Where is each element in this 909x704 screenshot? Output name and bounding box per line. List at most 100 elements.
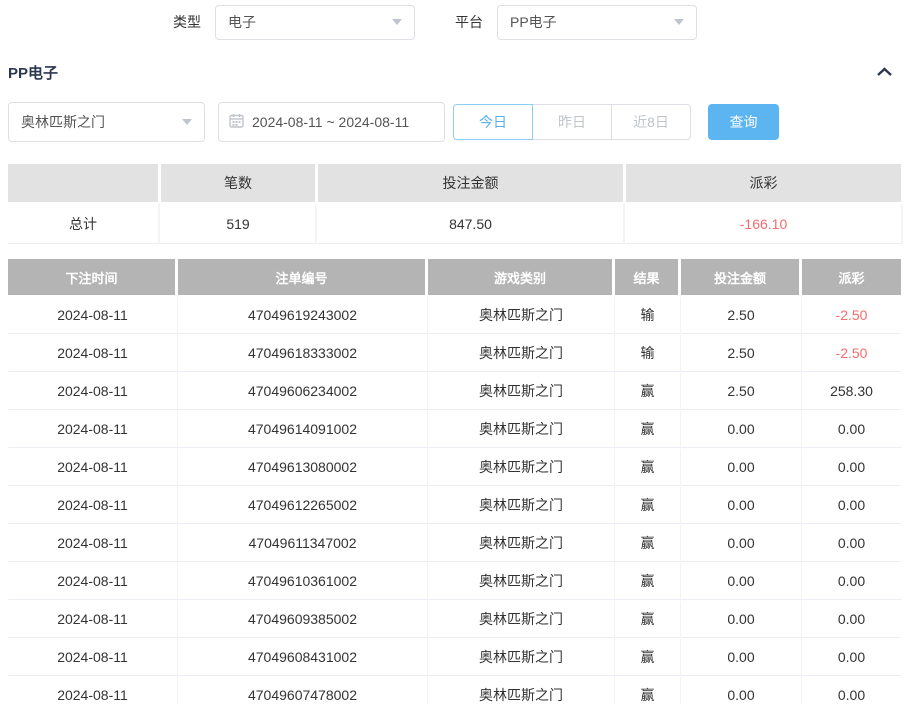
cell-game: 奥林匹斯之门 xyxy=(428,373,615,410)
cell-bet-id: 47049609385002 xyxy=(178,601,428,638)
cell-bet-amount: 0.00 xyxy=(681,411,802,448)
game-select[interactable]: 奥林匹斯之门 xyxy=(8,102,205,142)
cell-result: 赢 xyxy=(615,449,681,486)
table-row: 2024-08-1147049611347002奥林匹斯之门赢0.000.00 xyxy=(8,525,901,563)
bet-header-game: 游戏类别 xyxy=(428,259,612,295)
cell-bet-amount: 2.50 xyxy=(681,335,802,372)
cell-game: 奥林匹斯之门 xyxy=(428,297,615,334)
cell-bet-id: 47049611347002 xyxy=(178,525,428,562)
summary-header-row: 笔数 投注金额 派彩 xyxy=(8,164,901,202)
cell-time: 2024-08-11 xyxy=(8,411,178,448)
table-row: 2024-08-1147049613080002奥林匹斯之门赢0.000.00 xyxy=(8,449,901,487)
cell-payout: 0.00 xyxy=(802,677,901,704)
cell-game: 奥林匹斯之门 xyxy=(428,525,615,562)
cell-bet-id: 47049608431002 xyxy=(178,639,428,676)
cell-bet-id: 47049613080002 xyxy=(178,449,428,486)
cell-bet-id: 47049612265002 xyxy=(178,487,428,524)
platform-select-value: PP电子 xyxy=(510,12,557,32)
cell-bet-id: 47049607478002 xyxy=(178,677,428,704)
bet-header-payout: 派彩 xyxy=(802,259,901,295)
summary-header-bet-amount: 投注金额 xyxy=(318,164,623,202)
cell-time: 2024-08-11 xyxy=(8,487,178,524)
today-button[interactable]: 今日 xyxy=(453,104,533,140)
chevron-down-icon xyxy=(392,19,402,25)
cell-bet-id: 47049610361002 xyxy=(178,563,428,600)
cell-time: 2024-08-11 xyxy=(8,373,178,410)
section-title: PP电子 xyxy=(8,62,58,83)
summary-total-count: 519 xyxy=(161,204,315,244)
table-row: 2024-08-1147049619243002奥林匹斯之门输2.50-2.50 xyxy=(8,297,901,335)
cell-result: 赢 xyxy=(615,677,681,704)
cell-payout: 0.00 xyxy=(802,449,901,486)
cell-result: 输 xyxy=(615,297,681,334)
cell-bet-amount: 0.00 xyxy=(681,525,802,562)
table-row: 2024-08-1147049610361002奥林匹斯之门赢0.000.00 xyxy=(8,563,901,601)
cell-time: 2024-08-11 xyxy=(8,563,178,600)
type-label: 类型 xyxy=(173,12,201,32)
cell-game: 奥林匹斯之门 xyxy=(428,677,615,704)
cell-game: 奥林匹斯之门 xyxy=(428,601,615,638)
cell-time: 2024-08-11 xyxy=(8,601,178,638)
table-row: 2024-08-1147049614091002奥林匹斯之门赢0.000.00 xyxy=(8,411,901,449)
yesterday-button[interactable]: 昨日 xyxy=(532,104,612,140)
cell-result: 赢 xyxy=(615,411,681,448)
section-header: PP电子 xyxy=(0,60,909,84)
cell-result: 赢 xyxy=(615,601,681,638)
cell-bet-amount: 0.00 xyxy=(681,487,802,524)
cell-bet-amount: 2.50 xyxy=(681,373,802,410)
cell-bet-id: 47049614091002 xyxy=(178,411,428,448)
cell-bet-id: 47049606234002 xyxy=(178,373,428,410)
date-range-value: 2024-08-11 ~ 2024-08-11 xyxy=(252,114,409,130)
bet-table-body: 2024-08-1147049619243002奥林匹斯之门输2.50-2.50… xyxy=(8,297,901,704)
calendar-icon xyxy=(229,113,244,131)
cell-result: 赢 xyxy=(615,525,681,562)
chevron-up-icon[interactable] xyxy=(876,66,893,78)
table-row: 2024-08-1147049612265002奥林匹斯之门赢0.000.00 xyxy=(8,487,901,525)
chevron-down-icon xyxy=(674,19,684,25)
cell-payout: 0.00 xyxy=(802,411,901,448)
summary-total-label: 总计 xyxy=(8,204,158,244)
table-row: 2024-08-1147049608431002奥林匹斯之门赢0.000.00 xyxy=(8,639,901,677)
cell-payout: 0.00 xyxy=(802,563,901,600)
cell-game: 奥林匹斯之门 xyxy=(428,335,615,372)
cell-bet-id: 47049618333002 xyxy=(178,335,428,372)
cell-time: 2024-08-11 xyxy=(8,677,178,704)
cell-bet-amount: 2.50 xyxy=(681,297,802,334)
type-select[interactable]: 电子 xyxy=(215,5,415,40)
cell-time: 2024-08-11 xyxy=(8,335,178,372)
cell-game: 奥林匹斯之门 xyxy=(428,449,615,486)
type-select-value: 电子 xyxy=(228,12,256,32)
platform-label: 平台 xyxy=(455,12,483,32)
cell-payout: -2.50 xyxy=(802,297,901,334)
toolbar: 奥林匹斯之门 2024-08-11 ~ 2024-08-11 今日 昨日 近8日… xyxy=(8,102,909,142)
summary-total-bet-amount: 847.50 xyxy=(318,204,623,244)
cell-result: 赢 xyxy=(615,563,681,600)
bet-header-bet-amount: 投注金额 xyxy=(681,259,799,295)
table-row: 2024-08-1147049618333002奥林匹斯之门输2.50-2.50 xyxy=(8,335,901,373)
game-select-value: 奥林匹斯之门 xyxy=(21,112,105,132)
cell-payout: 0.00 xyxy=(802,639,901,676)
bet-header-result: 结果 xyxy=(615,259,678,295)
cell-game: 奥林匹斯之门 xyxy=(428,563,615,600)
cell-bet-amount: 0.00 xyxy=(681,449,802,486)
cell-bet-amount: 0.00 xyxy=(681,677,802,704)
date-range-picker[interactable]: 2024-08-11 ~ 2024-08-11 xyxy=(218,102,445,142)
query-button[interactable]: 查询 xyxy=(708,104,779,140)
cell-result: 赢 xyxy=(615,487,681,524)
table-row: 2024-08-1147049609385002奥林匹斯之门赢0.000.00 xyxy=(8,601,901,639)
platform-select[interactable]: PP电子 xyxy=(497,5,697,40)
summary-header-count: 笔数 xyxy=(161,164,315,202)
summary-total-payout: -166.10 xyxy=(626,204,901,244)
cell-payout: 258.30 xyxy=(802,373,901,410)
table-row: 2024-08-1147049607478002奥林匹斯之门赢0.000.00 xyxy=(8,677,901,704)
cell-time: 2024-08-11 xyxy=(8,297,178,334)
cell-bet-amount: 0.00 xyxy=(681,563,802,600)
cell-game: 奥林匹斯之门 xyxy=(428,411,615,448)
quick-date-button-group: 今日 昨日 近8日 xyxy=(453,104,691,140)
summary-header-payout: 派彩 xyxy=(626,164,901,202)
cell-result: 赢 xyxy=(615,639,681,676)
summary-table: 笔数 投注金额 派彩 总计 519 847.50 -166.10 xyxy=(8,164,901,244)
last-8-days-button[interactable]: 近8日 xyxy=(611,104,691,140)
chevron-down-icon xyxy=(182,119,192,125)
cell-bet-id: 47049619243002 xyxy=(178,297,428,334)
